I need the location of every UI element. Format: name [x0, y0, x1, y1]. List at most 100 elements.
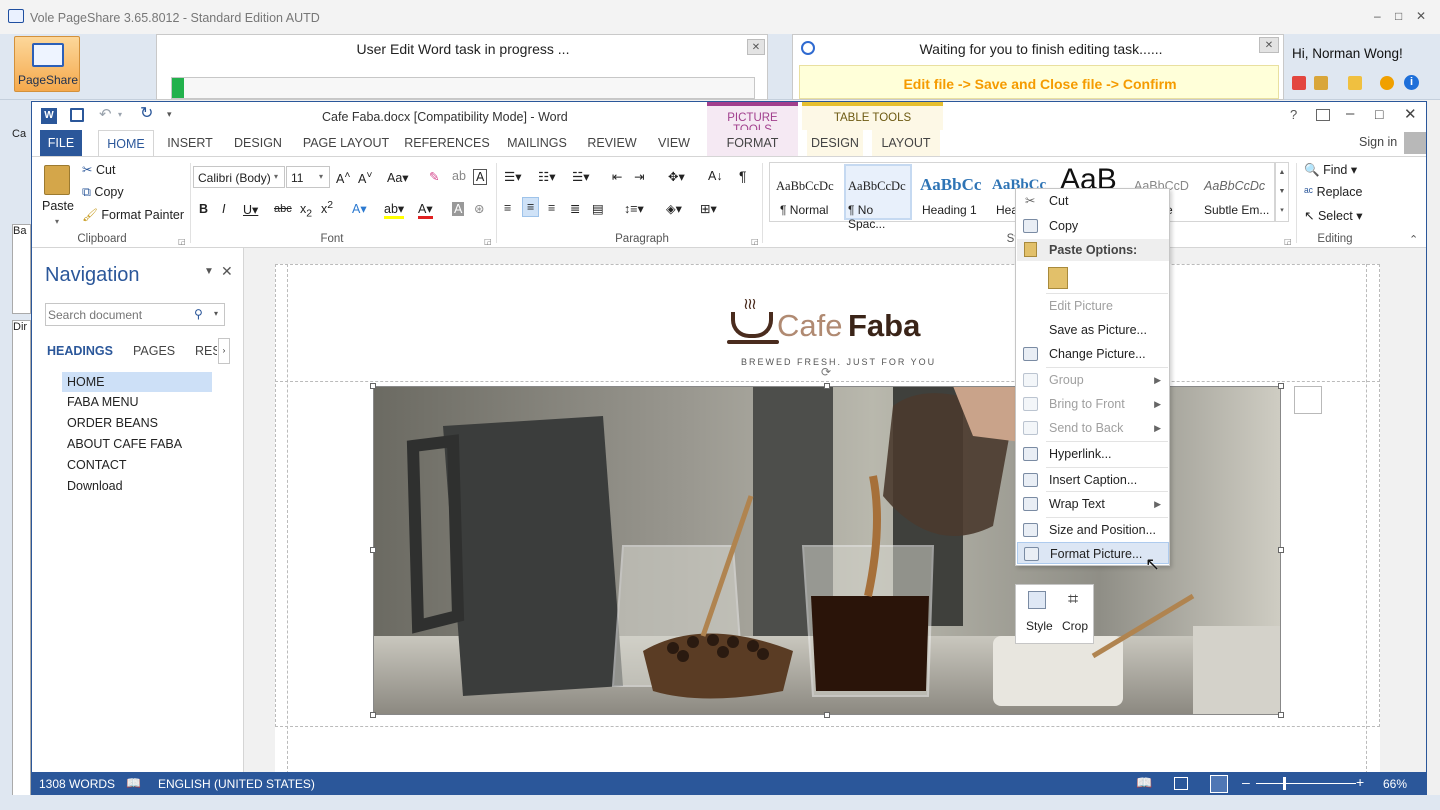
bullets-icon[interactable]: ☰▾ [504, 169, 521, 184]
zoom-slider[interactable] [1256, 783, 1356, 784]
styles-scroll[interactable]: ▲ ▼ ▾ [1275, 162, 1289, 222]
print-layout-icon[interactable] [1174, 777, 1188, 790]
outer-side-label-3[interactable]: Dir [12, 320, 31, 800]
user-avatar[interactable] [1404, 132, 1426, 154]
search-input[interactable] [48, 306, 188, 323]
info-icon[interactable]: i [1404, 75, 1419, 90]
search-document-box[interactable]: ⚲ ▾ [45, 303, 225, 326]
resize-handle[interactable] [370, 547, 376, 553]
style-no-spacing[interactable]: AaBbCcDc ¶ No Spac... [844, 164, 912, 231]
word-minimize-button[interactable]: – [1346, 106, 1354, 121]
outer-side-label-1[interactable]: Ca [12, 128, 26, 140]
redo-icon[interactable]: ↻ [140, 106, 153, 122]
resize-handle[interactable] [1278, 383, 1284, 389]
clear-formatting-icon[interactable]: ✎ [429, 169, 439, 184]
zoom-in-icon[interactable]: + [1356, 774, 1364, 790]
cut-button[interactable]: ✂ Cut [82, 162, 115, 177]
heading-item-faba-menu[interactable]: FABA MENU [62, 392, 242, 413]
tab-home[interactable]: HOME [98, 130, 154, 156]
menu-item-hyperlink[interactable]: Hyperlink... [1017, 443, 1169, 465]
layout-options-icon[interactable] [1294, 386, 1322, 414]
borders-icon[interactable]: ⊞▾ [700, 201, 717, 216]
zoom-slider-thumb[interactable] [1283, 777, 1286, 790]
search-icon[interactable]: ⚲ [194, 307, 203, 321]
toolbar-icon-3[interactable] [1348, 76, 1362, 90]
resize-handle[interactable] [1278, 712, 1284, 718]
distributed-icon[interactable]: ▤ [592, 201, 604, 216]
undo-dropdown-icon[interactable]: ▾ [118, 111, 122, 119]
show-marks-icon[interactable]: ¶ [739, 168, 747, 184]
task-close-icon[interactable]: ✕ [747, 39, 765, 55]
sort-icon[interactable]: A↓ [708, 169, 723, 183]
help-icon[interactable]: ? [1290, 108, 1297, 121]
tab-table-layout[interactable]: LAYOUT [872, 130, 940, 156]
change-case-icon[interactable]: Aa▾ [387, 170, 409, 185]
copy-button[interactable]: ⧉ Copy [82, 185, 124, 200]
tab-design[interactable]: DESIGN [224, 130, 292, 156]
bold-button[interactable]: B [199, 202, 208, 216]
toolbar-icon-1[interactable] [1292, 76, 1306, 90]
line-spacing-icon[interactable]: ↕≡▾ [624, 201, 644, 216]
multilevel-list-icon[interactable]: ☱▾ [572, 169, 589, 184]
web-layout-icon[interactable] [1210, 775, 1228, 793]
menu-item-change-picture[interactable]: Change Picture... [1017, 343, 1169, 365]
search-dropdown-icon[interactable]: ▾ [214, 309, 218, 318]
toolbar-icon-4[interactable] [1380, 76, 1394, 90]
tab-picture-format[interactable]: FORMAT [707, 130, 798, 156]
asian-layout-icon[interactable]: ✥▾ [668, 169, 685, 184]
paragraph-shading-icon[interactable]: ◈▾ [666, 201, 682, 216]
decrease-indent-icon[interactable]: ⇤ [612, 169, 622, 184]
waiting-close-icon[interactable]: ✕ [1259, 37, 1279, 53]
tab-review[interactable]: REVIEW [586, 130, 638, 156]
menu-item-copy[interactable]: Copy [1017, 215, 1169, 237]
toolbar-icon-2[interactable] [1314, 76, 1328, 90]
nav-tabs-scroll-icon[interactable]: › [218, 338, 230, 364]
ribbon-display-options-icon[interactable] [1316, 109, 1330, 121]
select-button[interactable]: ↖ Select ▾ [1304, 208, 1362, 223]
shrink-font-icon[interactable]: A˅ [358, 170, 372, 186]
paste-button[interactable]: Paste ▾ [38, 161, 78, 227]
outer-minimize-button[interactable]: – [1374, 10, 1381, 22]
proofing-icon[interactable]: 📖 [126, 776, 141, 790]
read-mode-icon[interactable]: 📖 [1136, 775, 1152, 791]
nav-tab-pages[interactable]: PAGES [133, 344, 175, 358]
zoom-level[interactable]: 66% [1383, 777, 1407, 791]
nav-tab-results[interactable]: RESU [195, 344, 217, 358]
menu-item-insert-caption[interactable]: Insert Caption... [1017, 469, 1169, 491]
word-maximize-button[interactable]: □ [1375, 107, 1383, 121]
menu-item-cut[interactable]: ✂ Cut [1017, 190, 1169, 212]
font-launcher-icon[interactable]: ◲ [484, 237, 492, 246]
text-effects-icon[interactable]: A▾ [352, 201, 367, 216]
character-border-icon[interactable]: A [473, 169, 488, 185]
navigation-options-icon[interactable]: ▼ [204, 266, 214, 277]
rotate-handle-icon[interactable]: ⟳ [821, 365, 831, 379]
undo-icon[interactable]: ↶ [99, 107, 112, 122]
save-icon[interactable] [70, 108, 84, 122]
highlight-icon[interactable]: ab▾ [384, 201, 405, 219]
style-normal[interactable]: AaBbCcDc ¶ Normal [772, 165, 842, 220]
tab-mailings[interactable]: MAILINGS [502, 130, 572, 156]
crop-button[interactable]: ⌗ Crop [1060, 589, 1092, 641]
resize-handle[interactable] [824, 383, 830, 389]
paragraph-launcher-icon[interactable]: ◲ [751, 237, 759, 246]
justify-icon[interactable]: ≣ [570, 201, 580, 216]
find-button[interactable]: 🔍 Find ▾ [1304, 162, 1357, 178]
style-button[interactable]: Style [1022, 589, 1054, 641]
resize-handle[interactable] [1278, 547, 1284, 553]
tab-view[interactable]: VIEW [654, 130, 694, 156]
resize-handle[interactable] [370, 712, 376, 718]
zoom-out-icon[interactable]: – [1242, 774, 1250, 790]
style-subtle-emphasis[interactable]: AaBbCcDc Subtle Em... [1202, 165, 1274, 220]
subscript-button[interactable]: x2 [300, 202, 312, 220]
pageshare-button[interactable]: PageShare [14, 36, 80, 92]
italic-button[interactable]: I [222, 202, 225, 216]
align-right-icon[interactable]: ≡ [548, 201, 555, 215]
heading-item-about[interactable]: ABOUT CAFE FABA [62, 434, 242, 455]
heading-item-home[interactable]: HOME [62, 372, 212, 392]
replace-button[interactable]: ᵃᶜ Replace [1304, 185, 1362, 199]
keep-source-formatting-icon[interactable] [1048, 267, 1068, 289]
font-size-box[interactable]: 11 ▾ [286, 166, 330, 188]
menu-item-wrap-text[interactable]: Wrap Text ▶ [1017, 493, 1169, 515]
resize-handle[interactable] [370, 383, 376, 389]
tab-references[interactable]: REFERENCES [404, 130, 490, 156]
